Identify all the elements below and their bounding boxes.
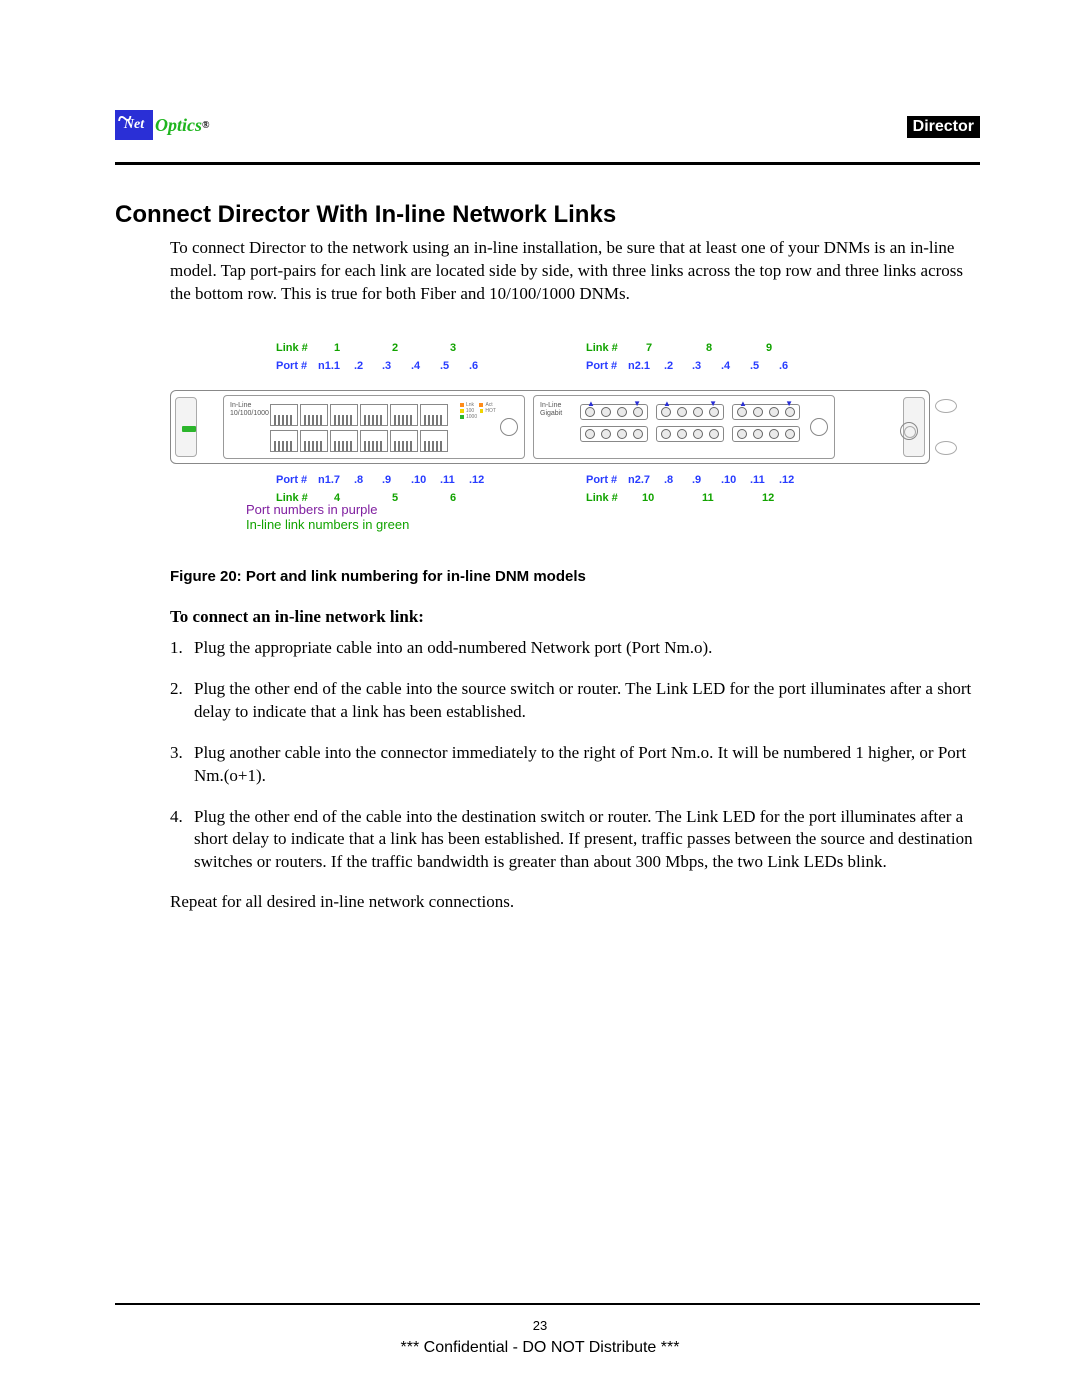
port-num: .3 [382,360,391,372]
link-label: Link # [276,342,308,354]
brand-logo: ~ Net Optics ® [115,110,209,140]
figure-caption: Figure 20: Port and link numbering for i… [170,568,980,585]
link-num: 11 [702,492,714,504]
port-label: Port # [586,360,617,372]
link-num: 2 [392,342,398,354]
link-num: 6 [450,492,456,504]
module-label: In-Line 10/100/1000 [230,402,269,417]
step: Plug the other end of the cable into the… [170,806,980,875]
port-label: Port # [586,474,617,486]
body: To connect Director to the network using… [170,237,980,912]
port-num: .8 [354,474,363,486]
step: Plug another cable into the connector im… [170,742,980,788]
port-label: Port # [276,360,307,372]
step: Plug the other end of the cable into the… [170,678,980,724]
port-num: .3 [692,360,701,372]
legend-purple: Port numbers in purple [246,502,980,517]
link-num: 7 [646,342,652,354]
led-block: Lnk Act 100 HOT 1000 [460,402,496,420]
dnm-module-copper: In-Line 10/100/1000 Lnk Act 100 HOT 1000 [223,395,525,459]
mount-hole-icon [935,399,957,413]
module-label: In-Line Gigabit [540,402,562,417]
screw-icon [500,418,518,436]
endcap-left [175,397,197,457]
copper-ports [270,404,450,452]
link-num: 9 [766,342,772,354]
page: ~ Net Optics ® Director Connect Director… [0,0,1080,1397]
link-label: Link # [276,492,308,504]
port-num: .9 [692,474,701,486]
link-num: 1 [334,342,340,354]
port-num: .2 [354,360,363,372]
port-num: .5 [750,360,759,372]
header-rule [115,162,980,165]
port-num: .6 [469,360,478,372]
procedure-heading: To connect an in-line network link: [170,607,980,627]
dnm-module-fiber: In-Line Gigabit ▲▼ ▲▼ ▲▼ [533,395,835,459]
page-header: ~ Net Optics ® Director [115,110,980,158]
port-num: .12 [779,474,794,486]
intro-paragraph: To connect Director to the network using… [170,237,980,306]
link-num: 8 [706,342,712,354]
registered-icon: ® [202,120,209,131]
port-num: .9 [382,474,391,486]
port-num: .12 [469,474,484,486]
link-num: 3 [450,342,456,354]
mount-hole-icon [935,441,957,455]
logo-optics-text: Optics [155,115,202,136]
port-num: .2 [664,360,673,372]
screw-icon [810,418,828,436]
port-num: .4 [411,360,420,372]
port-num: n1.1 [318,360,340,372]
footer-rule [115,1303,980,1305]
link-num: 10 [642,492,654,504]
logo-net-box: ~ Net [115,110,153,140]
port-num: .10 [411,474,426,486]
port-num: .4 [721,360,730,372]
repeat-note: Repeat for all desired in-line network c… [170,892,980,912]
port-num: .5 [440,360,449,372]
tilde-icon: ~ [118,104,132,134]
port-num: n2.1 [628,360,650,372]
figure: Link # 1 2 3 Port # n1.1 .2 .3 .4 .5 .6 … [170,342,980,585]
port-num: .11 [440,474,455,486]
link-num: 5 [392,492,398,504]
step: Plug the appropriate cable into an odd-n… [170,637,980,660]
port-num: n2.7 [628,474,650,486]
port-num: n1.7 [318,474,340,486]
section-title: Connect Director With In-line Network Li… [115,201,980,229]
endcap-right [903,397,925,457]
procedure-steps: Plug the appropriate cable into an odd-n… [170,637,980,875]
port-num: .11 [750,474,765,486]
legend-green: In-line link numbers in green [246,517,980,532]
link-label: Link # [586,492,618,504]
link-num: 4 [334,492,340,504]
screw-icon [900,422,918,440]
port-num: .8 [664,474,673,486]
port-label: Port # [276,474,307,486]
product-badge: Director [907,116,980,138]
confidential-notice: *** Confidential - DO NOT Distribute *** [0,1339,1080,1357]
page-footer: 23 *** Confidential - DO NOT Distribute … [0,1318,1080,1357]
diagram: Link # 1 2 3 Port # n1.1 .2 .3 .4 .5 .6 … [170,342,930,416]
link-num: 12 [762,492,774,504]
fiber-ports: ▲▼ ▲▼ ▲▼ [580,404,800,442]
chassis: In-Line 10/100/1000 Lnk Act 100 HOT 1000 [170,390,930,464]
page-number: 23 [0,1318,1080,1333]
port-num: .6 [779,360,788,372]
link-label: Link # [586,342,618,354]
port-num: .10 [721,474,736,486]
diagram-legend: Port numbers in purple In-line link numb… [246,502,980,532]
power-led-icon [182,426,196,432]
